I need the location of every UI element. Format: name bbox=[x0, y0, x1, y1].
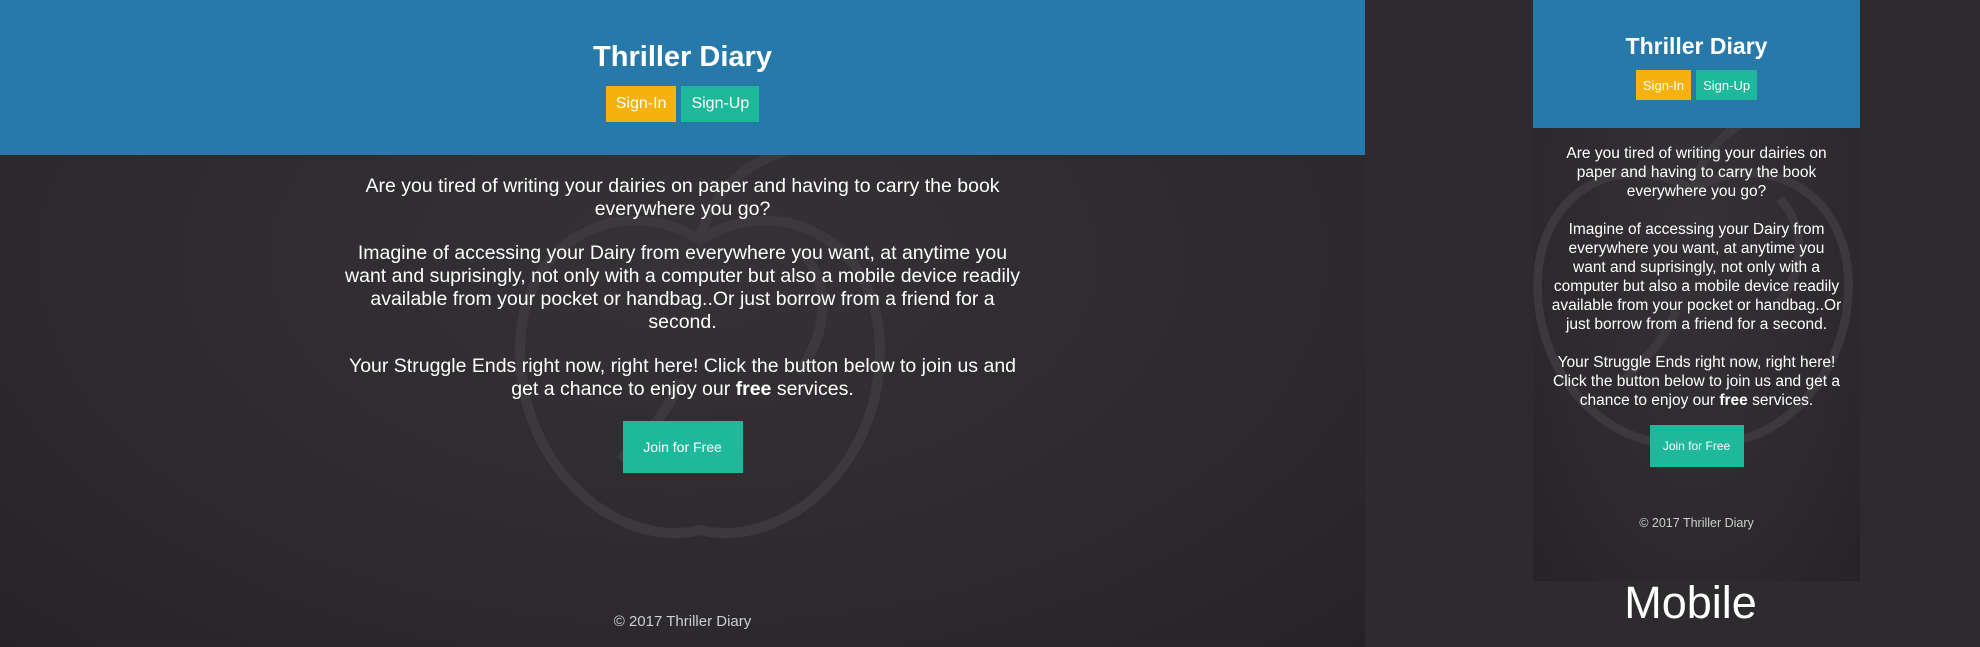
app-title: Thriller Diary bbox=[593, 41, 772, 73]
sign-up-button[interactable]: Sign-Up bbox=[681, 86, 760, 122]
join-for-free-button[interactable]: Join for Free bbox=[622, 421, 743, 473]
intro-paragraph-2: Imagine of accessing your Dairy from eve… bbox=[345, 242, 1020, 333]
sign-in-button[interactable]: Sign-In bbox=[605, 86, 677, 122]
mobile-site-footer: © 2017 Thriller Diary bbox=[1639, 516, 1754, 530]
mobile-caption: Mobile bbox=[1624, 577, 1757, 628]
intro-content: Are you tired of writing your dairies on… bbox=[338, 155, 1028, 473]
mobile-intro-paragraph-1: Are you tired of writing your dairies on… bbox=[1566, 145, 1827, 200]
mobile-intro-paragraph-3: Your Struggle Ends right now, right here… bbox=[1552, 353, 1842, 410]
mobile-auth-buttons: Sign-In Sign-Up bbox=[1533, 70, 1860, 100]
desktop-view: Thriller Diary Sign-In Sign-Up Are you t… bbox=[0, 0, 1365, 647]
site-footer: © 2017 Thriller Diary bbox=[613, 613, 752, 630]
auth-buttons: Sign-In Sign-Up bbox=[0, 86, 1365, 122]
paragraph-3-text-after: services. bbox=[771, 378, 854, 400]
mobile-sign-in-button[interactable]: Sign-In bbox=[1635, 70, 1692, 100]
intro-paragraph-1: Are you tired of writing your dairies on… bbox=[365, 175, 1000, 220]
mobile-paragraph-3-text-after: services. bbox=[1747, 392, 1814, 409]
mobile-view: Thriller Diary Sign-In Sign-Up Are you t… bbox=[1533, 0, 1860, 581]
mobile-sign-up-button[interactable]: Sign-Up bbox=[1696, 70, 1758, 100]
mobile-site-header: Thriller Diary Sign-In Sign-Up bbox=[1533, 0, 1860, 128]
mobile-free-emphasis: free bbox=[1719, 392, 1748, 409]
mobile-intro-content: Are you tired of writing your dairies on… bbox=[1552, 128, 1842, 467]
mobile-join-for-free-button[interactable]: Join for Free bbox=[1649, 425, 1744, 467]
intro-paragraph-3: Your Struggle Ends right now, right here… bbox=[338, 355, 1028, 401]
free-emphasis: free bbox=[735, 378, 772, 400]
site-header: Thriller Diary Sign-In Sign-Up bbox=[0, 0, 1365, 155]
paragraph-3-text-before: Your Struggle Ends right now, right here… bbox=[348, 355, 1017, 400]
mobile-intro-paragraph-2: Imagine of accessing your Dairy from eve… bbox=[1551, 221, 1842, 333]
mobile-app-title: Thriller Diary bbox=[1625, 33, 1768, 59]
